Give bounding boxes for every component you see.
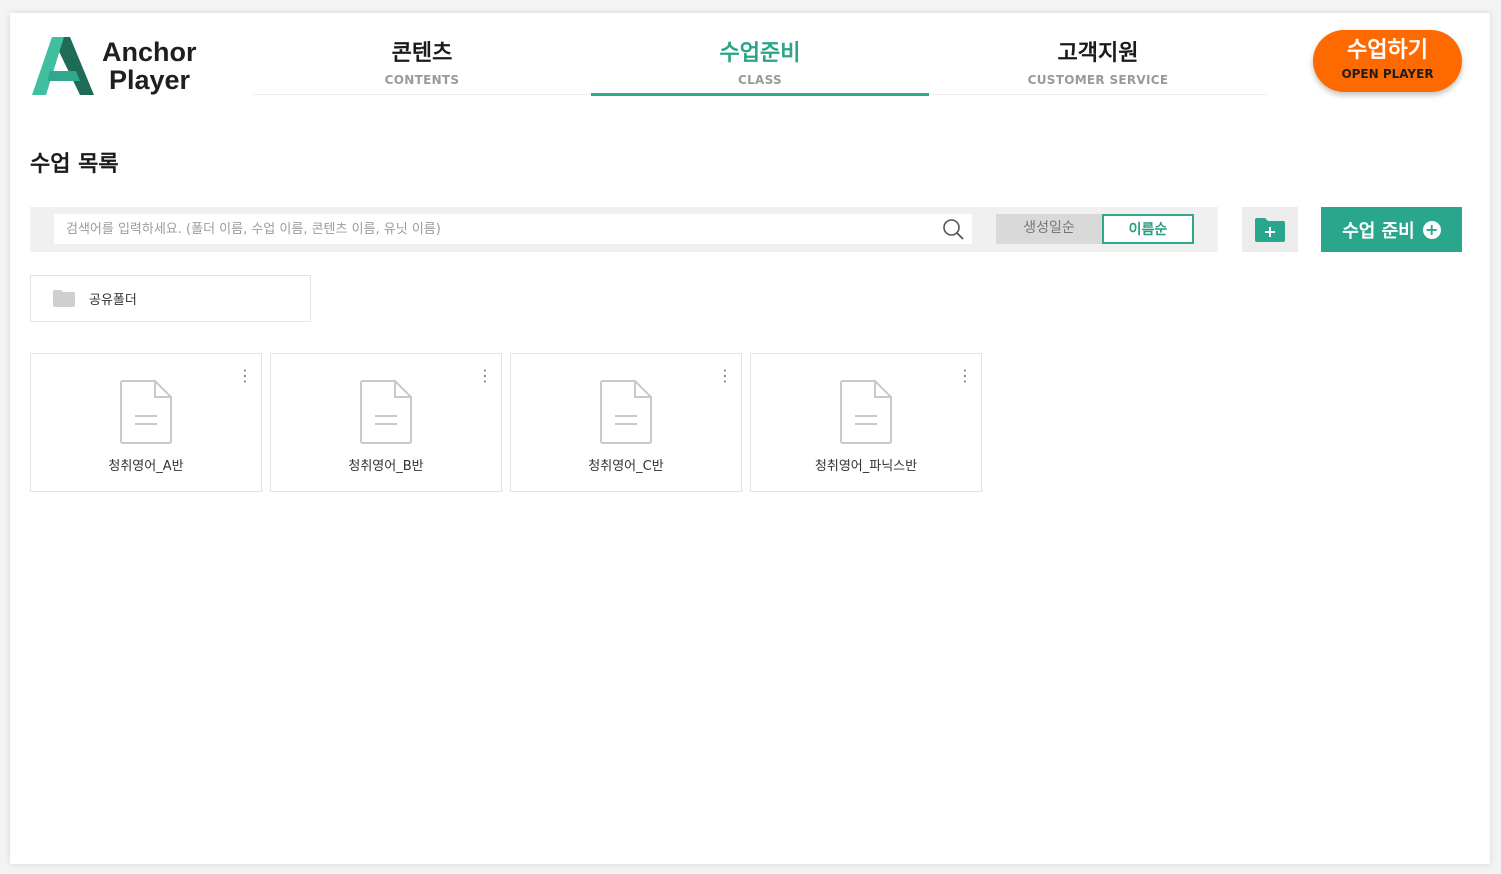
prepare-class-button[interactable]: 수업 준비 + xyxy=(1321,207,1462,252)
logo-text: Anchor Player xyxy=(102,38,197,94)
class-name: 청취영어_C반 xyxy=(588,459,664,474)
plus-circle-icon: + xyxy=(1422,220,1441,239)
sort-by-created-button[interactable]: 생성일순 xyxy=(996,214,1102,244)
tab-contents-label: 콘텐츠 xyxy=(391,41,453,66)
class-list: ⋮ 청취영어_A반 ⋮ 청취영어_B반 ⋮ 청취영어_C반 ⋮ 청취영어_파닉스… xyxy=(30,353,990,492)
tab-class-sublabel: CLASS xyxy=(738,73,782,87)
folder-icon xyxy=(53,290,75,307)
prepare-class-label: 수업 준비 xyxy=(1342,220,1415,242)
main-nav: 콘텐츠 CONTENTS 수업준비 CLASS 고객지원 CUSTOMER SE… xyxy=(253,35,1267,96)
more-options-icon[interactable]: ⋮ xyxy=(237,366,253,386)
open-player-button[interactable]: 수업하기 OPEN PLAYER xyxy=(1313,30,1462,92)
sort-toggle: 생성일순 이름순 xyxy=(996,214,1194,244)
tab-class-label: 수업준비 xyxy=(719,41,801,66)
document-icon xyxy=(840,380,892,444)
tab-customer-service-label: 고객지원 xyxy=(1057,41,1139,66)
document-icon xyxy=(120,380,172,444)
search-toolbar: 생성일순 이름순 xyxy=(30,207,1218,252)
search-input[interactable] xyxy=(54,214,914,244)
document-icon xyxy=(360,380,412,444)
logo-mark-icon xyxy=(32,37,94,95)
search-box xyxy=(54,214,972,244)
logo-line-2: Player xyxy=(109,65,191,95)
more-options-icon[interactable]: ⋮ xyxy=(957,366,973,386)
more-options-icon[interactable]: ⋮ xyxy=(717,366,733,386)
app-window: Anchor Player 콘텐츠 CONTENTS 수업준비 CLASS 고객… xyxy=(10,13,1490,864)
class-card[interactable]: ⋮ 청취영어_B반 xyxy=(270,353,502,492)
folder-plus-icon xyxy=(1255,217,1285,242)
search-icon[interactable] xyxy=(942,218,964,240)
tab-class[interactable]: 수업준비 CLASS xyxy=(591,35,929,96)
anchor-player-logo[interactable]: Anchor Player xyxy=(30,35,230,97)
tab-customer-service[interactable]: 고객지원 CUSTOMER SERVICE xyxy=(929,35,1267,94)
tab-contents-sublabel: CONTENTS xyxy=(384,73,460,87)
class-name: 청취영어_A반 xyxy=(108,459,184,474)
sort-by-name-button[interactable]: 이름순 xyxy=(1102,214,1194,244)
class-card[interactable]: ⋮ 청취영어_A반 xyxy=(30,353,262,492)
page-title: 수업 목록 xyxy=(30,152,119,177)
class-card[interactable]: ⋮ 청취영어_C반 xyxy=(510,353,742,492)
folder-item-shared[interactable]: 공유폴더 xyxy=(30,275,311,322)
folder-label: 공유폴더 xyxy=(89,293,137,308)
class-name: 청취영어_B반 xyxy=(348,459,424,474)
tab-customer-service-sublabel: CUSTOMER SERVICE xyxy=(1027,73,1169,87)
more-options-icon[interactable]: ⋮ xyxy=(477,366,493,386)
new-folder-button[interactable] xyxy=(1242,207,1298,252)
class-name: 청취영어_파닉스반 xyxy=(814,459,918,474)
class-card[interactable]: ⋮ 청취영어_파닉스반 xyxy=(750,353,982,492)
logo-line-1: Anchor xyxy=(102,37,197,67)
document-icon xyxy=(600,380,652,444)
open-player-label: 수업하기 xyxy=(1347,38,1428,63)
open-player-sublabel: OPEN PLAYER xyxy=(1341,67,1434,81)
tab-contents[interactable]: 콘텐츠 CONTENTS xyxy=(253,35,591,94)
